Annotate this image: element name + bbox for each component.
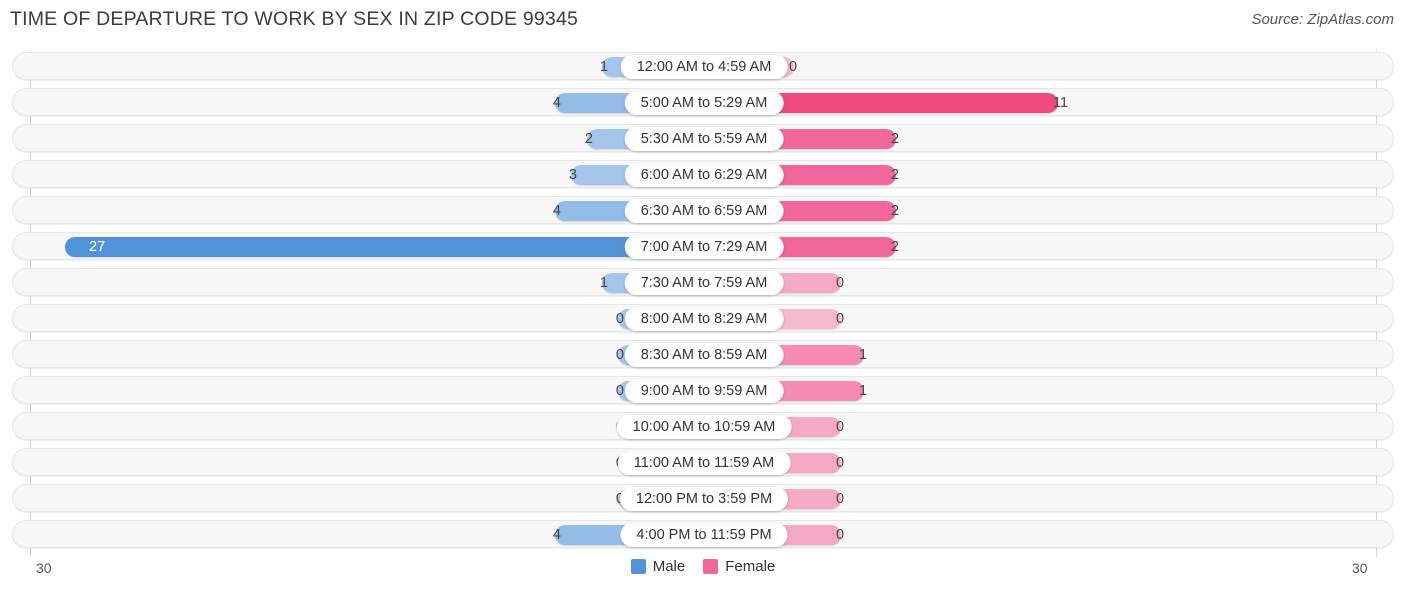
chart-row[interactable]: 0 1 8:30 AM to 8:59 AM: [12, 340, 1394, 368]
category-label-pill: 7:00 AM to 7:29 AM: [624, 235, 784, 259]
category-label-pill: 6:00 AM to 6:29 AM: [624, 163, 784, 187]
chart-row[interactable]: 2 2 5:30 AM to 5:59 AM: [12, 124, 1394, 152]
chart-row[interactable]: 0 1 9:00 AM to 9:59 AM: [12, 376, 1394, 404]
value-male: 3: [568, 167, 577, 183]
value-female: 2: [891, 167, 900, 183]
bar-male[interactable]: [65, 237, 690, 257]
chart-row[interactable]: 0011:00 AM to 11:59 AM: [12, 448, 1394, 476]
category-label-pill: 11:00 AM to 11:59 AM: [617, 451, 791, 475]
value-male: 1: [599, 59, 608, 75]
value-female: 2: [891, 239, 900, 255]
legend-label-female: Female: [725, 558, 776, 575]
chart-row[interactable]: 0012:00 PM to 3:59 PM: [12, 484, 1394, 512]
value-male: 4: [552, 203, 561, 219]
chart-plot-area: 1 0 12:00 AM to 4:59 AM 4 11 5:00 AM to 5:29 …: [0, 50, 1406, 557]
chart-legend: Male Female: [0, 558, 1406, 575]
chart-row[interactable]: 0010:00 AM to 10:59 AM: [12, 412, 1394, 440]
legend-item-male[interactable]: Male: [630, 558, 686, 575]
value-female: 1: [859, 347, 868, 363]
category-label-pill: 8:30 AM to 8:59 AM: [624, 343, 784, 367]
value-female: 0: [836, 455, 845, 471]
legend-swatch-female-icon: [703, 559, 719, 574]
value-male: 4: [552, 95, 561, 111]
value-female: 2: [891, 131, 900, 147]
category-label-pill: 5:00 AM to 5:29 AM: [624, 91, 784, 115]
chart-row[interactable]: 27 2 7:00 AM to 7:29 AM: [12, 232, 1394, 260]
chart-row[interactable]: 4 0 4:00 PM to 11:59 PM: [12, 520, 1394, 548]
legend-item-female[interactable]: Female: [703, 558, 775, 575]
category-label-pill: 10:00 AM to 10:59 AM: [616, 415, 792, 439]
chart-row[interactable]: 1 0 12:00 AM to 4:59 AM: [12, 52, 1394, 80]
value-male: 1: [599, 275, 608, 291]
source-attribution: Source: ZipAtlas.com: [1251, 11, 1394, 28]
value-female: 0: [789, 59, 798, 75]
category-label-pill: 8:00 AM to 8:29 AM: [624, 307, 784, 331]
value-male: 0: [615, 347, 624, 363]
value-male: 4: [552, 527, 561, 543]
value-male: 27: [89, 239, 106, 255]
chart-row[interactable]: 3 2 6:00 AM to 6:29 AM: [12, 160, 1394, 188]
chart-row[interactable]: 4 2 6:30 AM to 6:59 AM: [12, 196, 1394, 224]
value-female: 0: [836, 275, 845, 291]
category-label-pill: 6:30 AM to 6:59 AM: [624, 199, 784, 223]
category-label-pill: 4:00 PM to 11:59 PM: [620, 523, 788, 547]
legend-swatch-male-icon: [630, 559, 646, 574]
value-female: 1: [859, 383, 868, 399]
category-label-pill: 5:30 AM to 5:59 AM: [624, 127, 784, 151]
value-male: 0: [615, 311, 624, 327]
chart-row[interactable]: 0 0 8:00 AM to 8:29 AM: [12, 304, 1394, 332]
chart-page: TIME OF DEPARTURE TO WORK BY SEX IN ZIP …: [0, 0, 1406, 594]
category-label-pill: 7:30 AM to 7:59 AM: [624, 271, 784, 295]
value-female: 0: [836, 527, 845, 543]
chart-row[interactable]: 4 11 5:00 AM to 5:29 AM: [12, 88, 1394, 116]
value-female: 0: [836, 491, 845, 507]
category-label-pill: 12:00 PM to 3:59 PM: [619, 487, 789, 511]
value-female: 0: [836, 311, 845, 327]
value-male: 2: [584, 131, 593, 147]
value-male: 0: [615, 383, 624, 399]
value-female: 2: [891, 203, 900, 219]
page-title: TIME OF DEPARTURE TO WORK BY SEX IN ZIP …: [10, 8, 579, 30]
legend-label-male: Male: [652, 558, 686, 575]
value-female: 11: [1053, 95, 1069, 111]
category-label-pill: 12:00 AM to 4:59 AM: [620, 55, 788, 79]
value-female: 0: [836, 419, 845, 435]
category-label-pill: 9:00 AM to 9:59 AM: [624, 379, 784, 403]
chart-row[interactable]: 1 0 7:30 AM to 7:59 AM: [12, 268, 1394, 296]
